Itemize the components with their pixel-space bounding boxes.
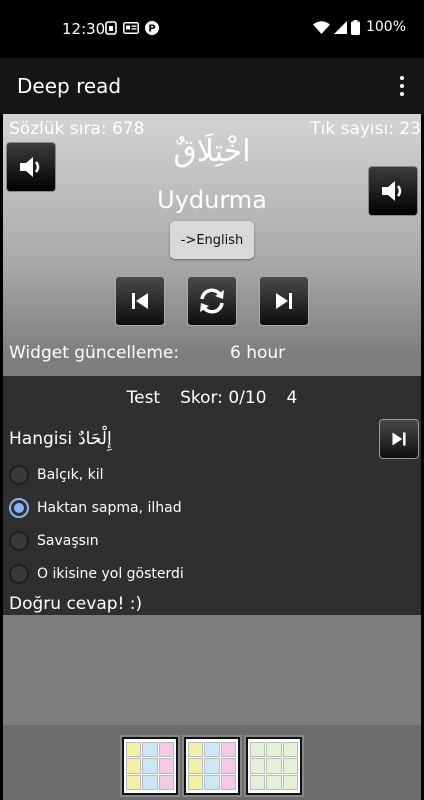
signal-icon: [333, 20, 347, 34]
overflow-menu-icon[interactable]: [394, 74, 410, 98]
radio-button[interactable]: [9, 564, 29, 584]
speaker-icon: [382, 181, 402, 201]
thumbnail-strip: [3, 725, 421, 800]
radio-button[interactable]: [9, 465, 29, 485]
quiz-question: Hangisi إِلْحَادٌ: [9, 429, 112, 449]
skip-next-icon: [276, 293, 292, 309]
quiz-count: 4: [286, 388, 298, 408]
widget-update-label: Widget güncelleme:: [9, 343, 180, 363]
option-label: Savaşsın: [37, 533, 99, 549]
question-arabic-word: إِلْحَادٌ: [78, 429, 112, 449]
wifi-icon: [312, 20, 330, 34]
translation: Uydurma: [157, 186, 267, 214]
word-card: Sözlük sıra: 678 Tık sayısı: 23 اخْتِلَا…: [3, 114, 421, 376]
skip-previous-icon: [132, 293, 148, 309]
quiz-panel: Test Skor: 0/10 4 Hangisi إِلْحَادٌ Balçık,…: [3, 376, 421, 615]
quiz-option[interactable]: Haktan sapma, ilhad: [9, 496, 182, 520]
quiz-option[interactable]: Balçık, kil: [9, 463, 104, 487]
battery-percent: 100%: [365, 19, 406, 35]
radio-button[interactable]: [9, 531, 29, 551]
news-icon: [123, 22, 139, 34]
app-title: Deep read: [17, 74, 122, 98]
option-label: O ikisine yol gösterdi: [37, 566, 184, 582]
status-bar: 12:30 P 100%: [0, 0, 424, 58]
next-word-button[interactable]: [259, 276, 309, 326]
refresh-button[interactable]: [187, 276, 237, 326]
vocabulary-sheet-thumbnail[interactable]: [182, 735, 242, 797]
previous-word-button[interactable]: [115, 276, 165, 326]
vocabulary-sheet-thumbnail[interactable]: [120, 735, 180, 797]
vocabulary-sheet-thumbnail[interactable]: [244, 735, 304, 797]
status-time: 12:30: [62, 20, 106, 38]
quiz-header: Test Skor: 0/10 4: [3, 388, 421, 408]
status-icons-left: P: [105, 21, 159, 35]
language-toggle-button[interactable]: ->English: [170, 221, 254, 259]
quiz-result: Doğru cevap! :): [9, 594, 143, 614]
sim-icon: [105, 21, 117, 35]
quiz-title: Test: [126, 388, 161, 408]
quiz-option[interactable]: O ikisine yol gösterdi: [9, 562, 184, 586]
option-label: Balçık, kil: [37, 467, 104, 483]
widget-update-value[interactable]: 6 hour: [230, 343, 285, 363]
parking-icon: P: [145, 21, 159, 35]
app-bar: Deep read: [0, 58, 424, 114]
play-translation-audio-button[interactable]: [368, 166, 418, 216]
refresh-icon: [200, 288, 224, 314]
question-prefix: Hangisi: [9, 429, 73, 449]
svg-text:P: P: [148, 24, 155, 35]
empty-area: [3, 615, 421, 725]
skip-next-icon: [392, 432, 406, 446]
quiz-score: Skor: 0/10: [180, 388, 267, 408]
battery-icon: [350, 19, 360, 35]
main-content: Sözlük sıra: 678 Tık sayısı: 23 اخْتِلَا…: [3, 114, 421, 800]
radio-button-checked[interactable]: [9, 498, 29, 518]
arabic-word: اخْتِلَاقٌ: [173, 134, 251, 169]
next-question-button[interactable]: [379, 419, 419, 459]
option-label: Haktan sapma, ilhad: [37, 500, 182, 516]
status-icons-right: 100%: [312, 19, 406, 35]
quiz-option[interactable]: Savaşsın: [9, 529, 99, 553]
